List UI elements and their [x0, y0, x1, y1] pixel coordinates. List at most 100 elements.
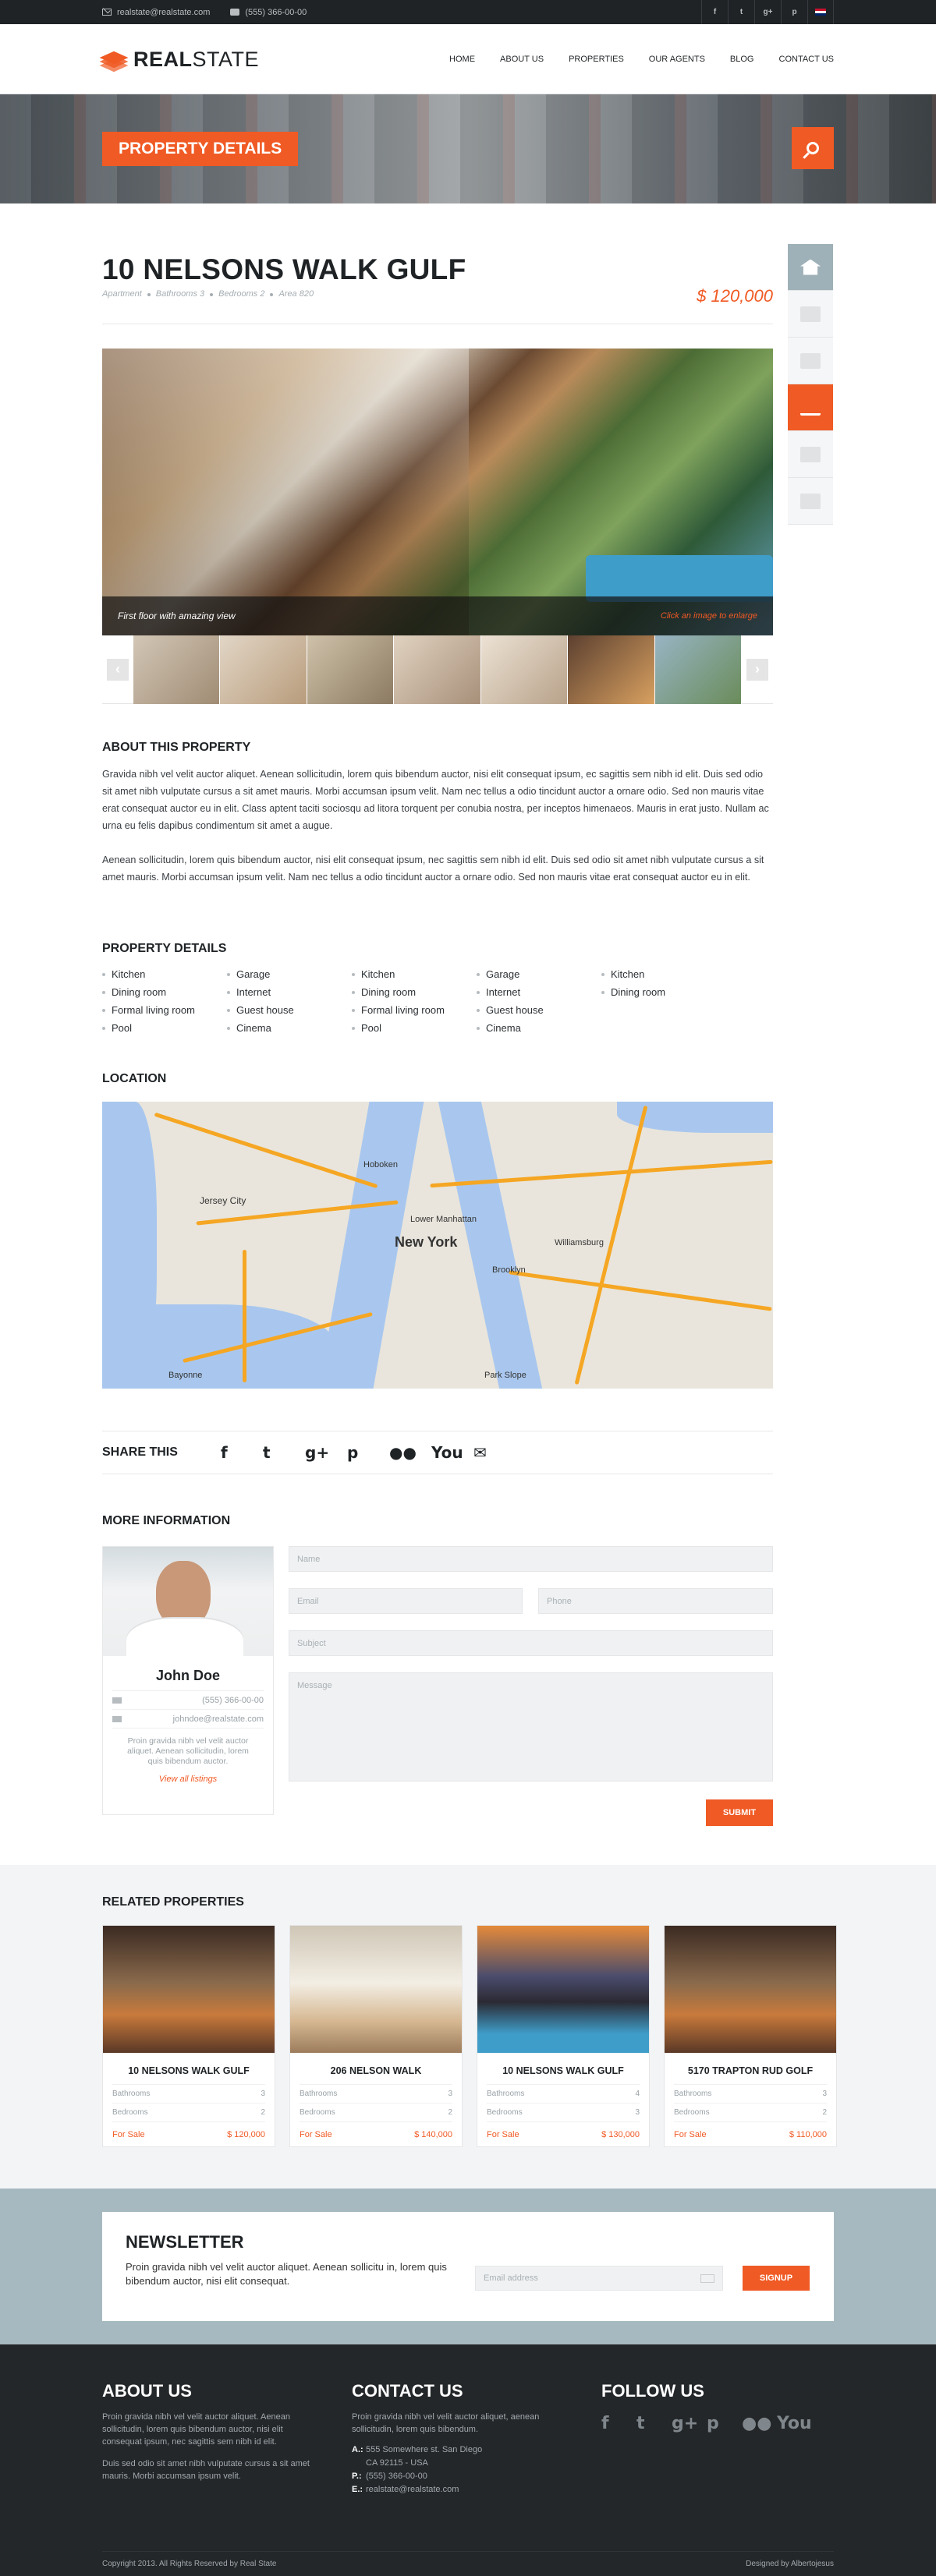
property-card[interactable]: 10 NELSONS WALK GULF Bathrooms 3 Bedrooms… — [102, 1925, 275, 2147]
facebook-icon[interactable]: f — [221, 1443, 263, 1462]
thumb-prev-button[interactable]: ‹ — [102, 635, 133, 704]
image-icon — [800, 306, 821, 322]
tab-video[interactable] — [788, 338, 833, 384]
nav-contact-us[interactable]: CONTACT US — [779, 55, 835, 64]
thumbnail[interactable] — [568, 635, 655, 704]
topbar-email[interactable]: realstate@realstate.com — [102, 8, 210, 17]
map-place-label: Jersey City — [200, 1195, 246, 1206]
page-title: PROPERTY DETAILS — [102, 132, 299, 166]
property-thumbnail[interactable] — [477, 1926, 649, 2053]
nav-our-agents[interactable]: OUR AGENTS — [649, 55, 705, 64]
twitter-icon[interactable]: t — [728, 0, 754, 24]
card-title[interactable]: 10 NELSONS WALK GULF — [103, 2053, 275, 2084]
card-title[interactable]: 5170 TRAPTON RUD GOLF — [665, 2053, 836, 2084]
card-price: $ 140,000 — [414, 2129, 452, 2139]
newsletter-box: NEWSLETTER Proin gravida nibh vel velit … — [102, 2212, 834, 2321]
tab-email[interactable] — [788, 478, 833, 525]
list-item: Cinema — [227, 1019, 352, 1037]
card-title[interactable]: 10 NELSONS WALK GULF — [477, 2053, 649, 2084]
property-card[interactable]: 5170 TRAPTON RUD GOLF Bathrooms 3 Bedroom… — [664, 1925, 837, 2147]
property-bathrooms: Bathrooms 3 — [147, 289, 205, 299]
property-thumbnail[interactable] — [103, 1926, 275, 2053]
thumbnail[interactable] — [220, 635, 307, 704]
enlarge-hint[interactable]: Click an image to enlarge — [661, 611, 757, 621]
nav-blog[interactable]: BLOG — [730, 55, 754, 64]
map-place-label: Lower Manhattan — [410, 1215, 477, 1224]
card-title[interactable]: 206 NELSON WALK — [290, 2053, 462, 2084]
pinterest-icon[interactable]: p — [781, 0, 807, 24]
property-area: Area 820 — [270, 289, 314, 299]
footer-about: ABOUT US Proin gravida nibh vel velit au… — [102, 2381, 310, 2481]
list-item: Kitchen — [352, 965, 477, 983]
topbar-social: f t g+ p — [701, 0, 834, 24]
card-price: $ 130,000 — [601, 2129, 640, 2139]
google-plus-icon[interactable]: g+ — [672, 2414, 707, 2433]
thumbnail[interactable] — [133, 635, 221, 704]
logo[interactable]: REALSTATE — [99, 48, 259, 73]
property-thumbnail[interactable] — [665, 1926, 836, 2053]
tab-gallery[interactable] — [788, 291, 833, 338]
message-field[interactable]: Message — [289, 1672, 773, 1782]
thumbnail[interactable] — [394, 635, 481, 704]
search-button[interactable] — [792, 127, 834, 169]
header: REALSTATE HOME ABOUT US PROPERTIES OUR A… — [0, 24, 936, 94]
twitter-icon[interactable]: t — [263, 1443, 305, 1462]
page-banner: PROPERTY DETAILS — [0, 94, 936, 203]
home-icon — [800, 259, 821, 275]
nav-properties[interactable]: PROPERTIES — [569, 55, 624, 64]
property-main-image[interactable]: First floor with amazing view Click an i… — [102, 349, 773, 635]
property-card[interactable]: 10 NELSONS WALK GULF Bathrooms 4 Bedrooms… — [477, 1925, 650, 2147]
property-thumbnail[interactable] — [290, 1926, 462, 2053]
list-item: Pool — [352, 1019, 477, 1037]
property-side-tabs — [788, 244, 833, 525]
agent-email[interactable]: johndoe@realstate.com — [112, 1710, 264, 1729]
facebook-icon[interactable]: f — [701, 0, 728, 24]
newsletter-email-input[interactable]: Email address — [475, 2266, 723, 2291]
language-selector[interactable] — [807, 0, 834, 24]
flickr-icon[interactable]: ●● — [389, 1443, 431, 1462]
footer-bottom: Copyright 2013. All Rights Reserved by R… — [102, 2551, 834, 2568]
pinterest-icon[interactable]: p — [707, 2414, 742, 2433]
view-listings-link[interactable]: View all listings — [103, 1775, 273, 1784]
map-icon — [800, 400, 821, 416]
phone-field[interactable]: Phone — [538, 1588, 773, 1614]
image-caption: First floor with amazing view Click an i… — [102, 596, 773, 635]
tab-print[interactable] — [788, 431, 833, 478]
signup-button[interactable]: SIGNUP — [743, 2266, 810, 2291]
designer-credit[interactable]: Designed by Albertojesus — [746, 2560, 834, 2568]
subject-field[interactable]: Subject — [289, 1630, 773, 1656]
email-field[interactable]: Email — [289, 1588, 523, 1614]
thumb-next-button[interactable]: › — [742, 635, 773, 704]
youtube-icon[interactable]: You — [777, 2414, 812, 2433]
card-price: $ 110,000 — [789, 2129, 827, 2139]
youtube-icon[interactable]: You — [431, 1443, 473, 1462]
google-plus-icon[interactable]: g+ — [305, 1443, 347, 1462]
footer-email[interactable]: E.: realstate@realstate.com — [352, 2483, 562, 2496]
name-field[interactable]: Name — [289, 1546, 773, 1572]
share-bar: SHARE THIS f t g+ p ●● You ✉ — [102, 1431, 773, 1474]
top-bar: realstate@realstate.com (555) 366-00-00 … — [0, 0, 936, 24]
logo-icon — [99, 48, 129, 73]
status-badge: For Sale — [674, 2129, 707, 2139]
facebook-icon[interactable]: f — [601, 2414, 636, 2433]
list-item: Guest house — [227, 1001, 352, 1019]
google-plus-icon[interactable]: g+ — [754, 0, 781, 24]
thumbnail[interactable] — [480, 635, 569, 704]
list-item: Formal living room — [102, 1001, 227, 1019]
location-map[interactable]: New York Jersey City Hoboken Lower Manha… — [102, 1102, 773, 1389]
nav-about-us[interactable]: ABOUT US — [500, 55, 544, 64]
map-place-label: Park Slope — [484, 1371, 526, 1380]
flickr-icon[interactable]: ●● — [742, 2414, 777, 2433]
nav-home[interactable]: HOME — [449, 55, 475, 64]
thumbnail[interactable] — [654, 635, 742, 704]
property-card[interactable]: 206 NELSON WALK Bathrooms 3 Bedrooms 2 For… — [289, 1925, 463, 2147]
footer-address: A.: 555 Somewhere st. San Diego — [352, 2445, 483, 2454]
thumbnail[interactable] — [307, 635, 395, 704]
agent-name: John Doe — [155, 1668, 220, 1683]
email-share-icon[interactable]: ✉ — [473, 1443, 516, 1462]
submit-button[interactable]: SUBMIT — [706, 1799, 773, 1826]
tab-map[interactable] — [788, 384, 833, 431]
tab-overview[interactable] — [788, 244, 833, 291]
twitter-icon[interactable]: t — [636, 2414, 672, 2433]
pinterest-icon[interactable]: p — [347, 1443, 389, 1462]
